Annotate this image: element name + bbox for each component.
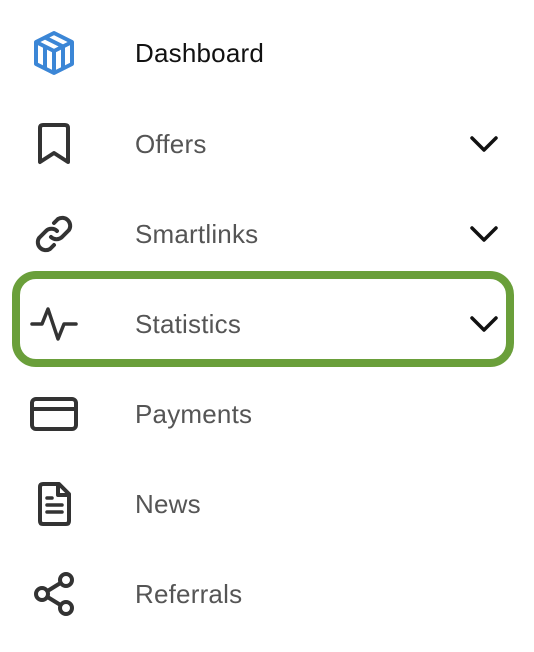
chevron-down-icon[interactable]: [466, 309, 502, 339]
chevron-down-icon[interactable]: [466, 129, 502, 159]
sidebar-item-label: Referrals: [135, 579, 243, 609]
sidebar-item-statistics[interactable]: Statistics: [0, 279, 534, 369]
link-icon: [28, 211, 80, 257]
sidebar-item-offers[interactable]: Offers: [0, 99, 534, 189]
sidebar-item-label: Statistics: [135, 309, 242, 339]
sidebar-item-label: Offers: [135, 129, 207, 159]
sidebar-item-dashboard[interactable]: Dashboard: [0, 8, 534, 98]
sidebar-item-referrals[interactable]: Referrals: [0, 549, 534, 639]
sidebar-item-label: Smartlinks: [135, 219, 259, 249]
share-icon: [28, 571, 80, 617]
sidebar-item-payments[interactable]: Payments: [0, 369, 534, 459]
sidebar-item-label: News: [135, 489, 201, 519]
activity-icon: [28, 301, 80, 347]
sidebar-menu: Dashboard Offers Smartlinks Statistics P…: [0, 0, 534, 652]
document-icon: [28, 481, 80, 527]
sidebar-item-label: Payments: [135, 399, 253, 429]
bookmark-icon: [28, 121, 80, 167]
chevron-down-icon[interactable]: [466, 219, 502, 249]
sidebar-item-smartlinks[interactable]: Smartlinks: [0, 189, 534, 279]
sidebar-item-news[interactable]: News: [0, 459, 534, 549]
cube-logo-icon: [28, 30, 80, 76]
credit-card-icon: [28, 391, 80, 437]
sidebar-item-label: Dashboard: [135, 38, 264, 68]
